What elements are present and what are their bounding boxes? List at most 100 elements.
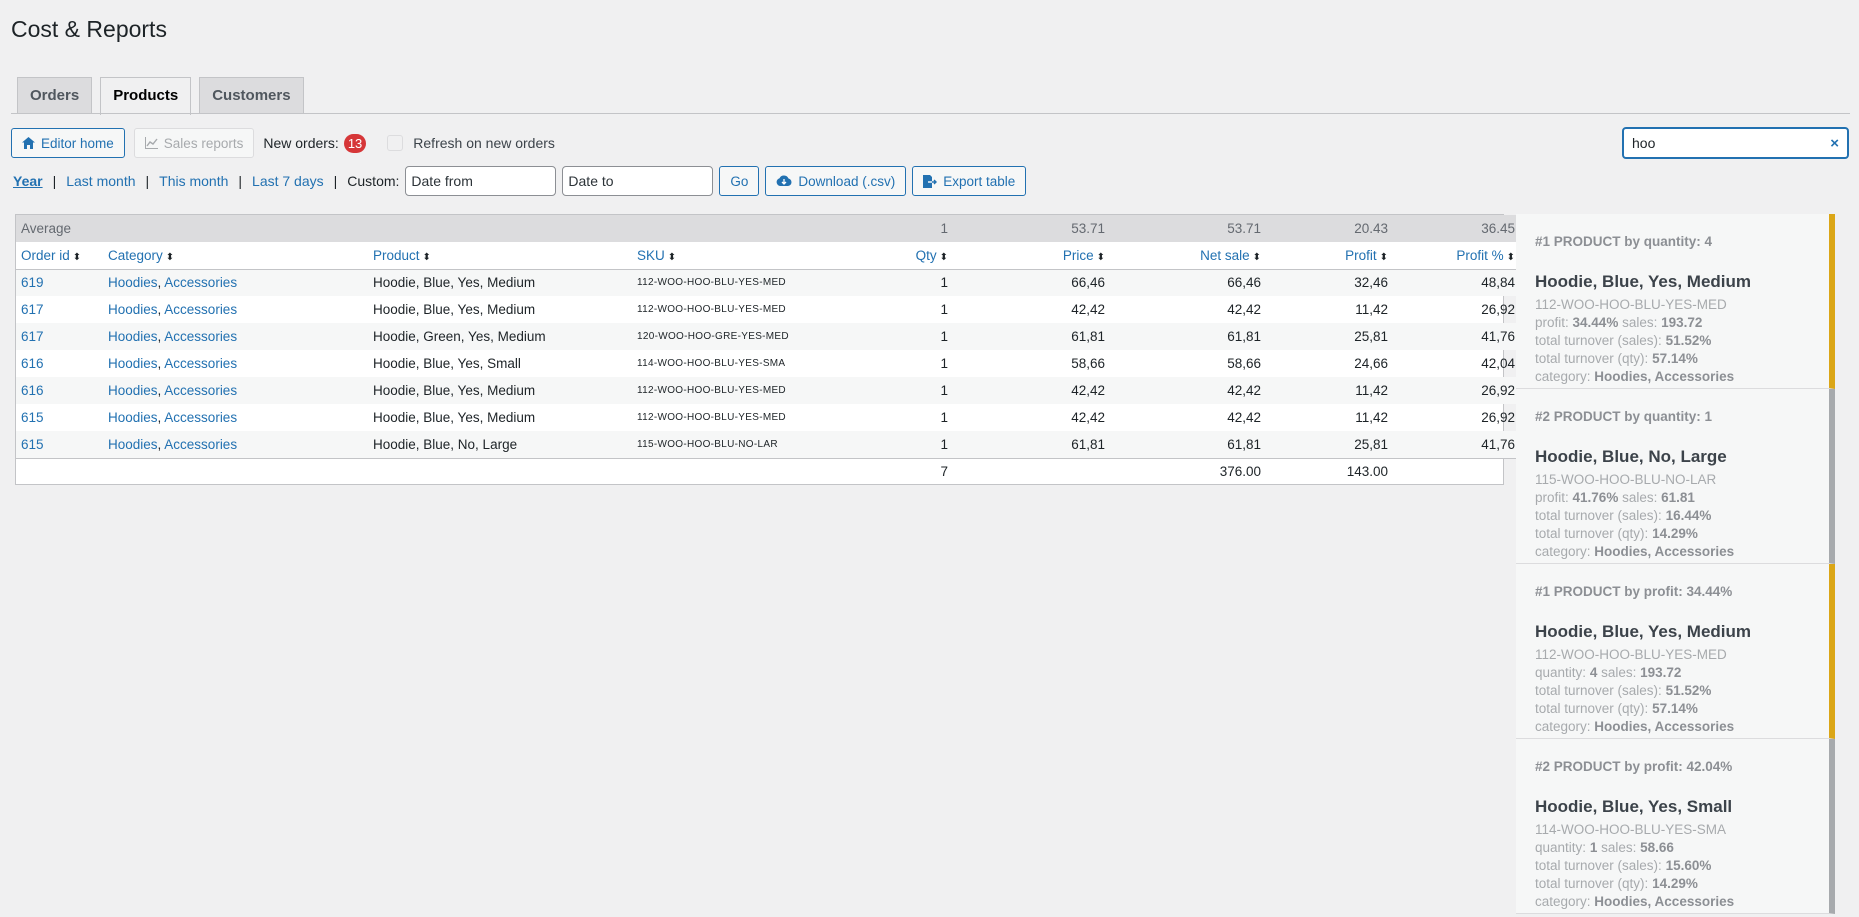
sort-icon: ⬍ — [667, 251, 677, 263]
sku: 120-WOO-HOO-GRE-YES-MED — [632, 323, 846, 350]
period-year[interactable]: Year — [13, 173, 43, 189]
price: 61,81 — [953, 431, 1110, 458]
clear-search-icon[interactable]: × — [1830, 135, 1839, 152]
col-qty-label: Qty — [915, 247, 937, 263]
col-order-id[interactable]: Order id ⬍ — [16, 242, 103, 270]
category-link[interactable]: Hoodies — [108, 437, 158, 452]
category-link[interactable]: Accessories — [164, 302, 237, 317]
price: 42,42 — [953, 377, 1110, 404]
col-category[interactable]: Category ⬍ — [103, 242, 368, 270]
profit-pct: 42,04 — [1481, 356, 1515, 371]
period-this-month[interactable]: This month — [159, 173, 228, 189]
card-turnover-sales: total turnover (sales): 51.52% — [1535, 683, 1712, 698]
card-product-name: Hoodie, Blue, Yes, Small — [1535, 797, 1733, 816]
product-name: Hoodie, Blue, Yes, Small — [373, 356, 521, 371]
order-id-link[interactable]: 615 — [21, 437, 44, 452]
category-link[interactable]: Accessories — [164, 410, 237, 425]
card-kicker: #2 PRODUCT by profit: 42.04% — [1535, 759, 1733, 774]
average-qty: 1 — [846, 215, 953, 242]
sku: 112-WOO-HOO-BLU-YES-MED — [637, 304, 786, 315]
qty: 1 — [846, 269, 953, 296]
download-csv-button[interactable]: Download (.csv) — [765, 166, 907, 196]
qty: 1 — [846, 323, 953, 350]
category-link[interactable]: Hoodies — [108, 302, 158, 317]
period-last-7-days[interactable]: Last 7 days — [252, 173, 324, 189]
net-sale: 42,42 — [1227, 410, 1261, 425]
card-sku: 112-WOO-HOO-BLU-YES-MED — [1535, 297, 1727, 312]
tab-customers[interactable]: Customers — [199, 77, 304, 114]
tab-products[interactable]: Products — [100, 77, 192, 115]
category-link[interactable]: Accessories — [164, 275, 237, 290]
category-link[interactable]: Accessories — [164, 356, 237, 371]
cloud-download-icon — [777, 175, 792, 186]
col-qty[interactable]: Qty ⬍ — [846, 242, 953, 270]
average-profit-pct: 36.45 — [1393, 215, 1520, 242]
profit-pct: 48,84 — [1393, 269, 1520, 296]
category-link[interactable]: Accessories — [164, 329, 237, 344]
editor-home-label: Editor home — [41, 135, 114, 151]
export-table-label: Export table — [943, 173, 1016, 189]
table-row: 616 Hoodies, Accessories Hoodie, Blue, Yes… — [16, 377, 1520, 404]
net-sale: 42,42 — [1110, 377, 1266, 404]
refresh-toggle[interactable]: Refresh on new orders — [387, 135, 555, 151]
category-link[interactable]: Accessories — [164, 437, 237, 452]
col-product[interactable]: Product ⬍ — [368, 242, 632, 270]
sku: 112-WOO-HOO-BLU-YES-MED — [632, 377, 846, 404]
col-sku[interactable]: SKU ⬍ — [632, 242, 846, 270]
date-to-field[interactable]: Date to — [562, 166, 714, 196]
col-price-label: Price — [1062, 247, 1094, 263]
qty: 1 — [940, 302, 948, 317]
card-kicker: #1 PRODUCT by profit: 34.44% — [1535, 584, 1733, 599]
col-sku-label: SKU — [637, 247, 665, 263]
order-id-link[interactable]: 616 — [21, 383, 44, 398]
sort-icon: ⬍ — [165, 251, 175, 263]
card-kicker: #1 PRODUCT by quantity: 4 — [1535, 234, 1713, 249]
profit-pct: 26,92 — [1481, 302, 1515, 317]
col-profit-label: Profit — [1345, 247, 1377, 263]
custom-label: Custom: — [347, 173, 400, 189]
refresh-checkbox[interactable] — [387, 135, 404, 151]
order-id-link[interactable]: 615 — [21, 410, 44, 425]
net-sale: 58,66 — [1227, 356, 1261, 371]
sort-icon: ⬍ — [72, 251, 82, 263]
report-tabs: Orders Products Customers — [17, 77, 304, 115]
search-input[interactable]: hoo × — [1622, 127, 1849, 159]
tab-orders[interactable]: Orders — [17, 77, 93, 114]
go-button[interactable]: Go — [719, 166, 760, 196]
category-link[interactable]: Hoodies — [108, 410, 158, 425]
new-orders-label: New orders: — [263, 135, 339, 151]
period-last-month[interactable]: Last month — [66, 173, 135, 189]
category-link[interactable]: Hoodies — [108, 275, 158, 290]
order-id-link[interactable]: 616 — [21, 356, 44, 371]
col-net-sale[interactable]: Net sale ⬍ — [1110, 242, 1266, 270]
col-profit-pct[interactable]: Profit % ⬍ — [1393, 242, 1520, 270]
category-link[interactable]: Hoodies — [108, 383, 158, 398]
net-sale: 61,81 — [1110, 431, 1266, 458]
net-sale: 42,42 — [1227, 302, 1261, 317]
profit: 25,81 — [1266, 323, 1393, 350]
order-id-link[interactable]: 617 — [21, 329, 44, 344]
sales-reports-button[interactable]: Sales reports — [133, 128, 255, 158]
profit: 11,42 — [1266, 377, 1393, 404]
card-turnover-sales: total turnover (sales): 51.52% — [1535, 333, 1712, 348]
col-order-id-label: Order id — [21, 247, 70, 263]
editor-home-button[interactable]: Editor home — [11, 128, 125, 158]
sort-icon: ⬍ — [939, 251, 948, 263]
category-link[interactable]: Hoodies — [108, 356, 158, 371]
qty: 1 — [940, 410, 948, 425]
order-id-link[interactable]: 619 — [21, 275, 44, 290]
profit-pct: 41,76 — [1393, 431, 1520, 458]
separator: | — [145, 173, 150, 189]
category-link[interactable]: Hoodies — [108, 329, 158, 344]
col-profit[interactable]: Profit ⬍ — [1266, 242, 1393, 270]
export-table-button[interactable]: Export table — [912, 166, 1027, 196]
product-name: Hoodie, Blue, Yes, Medium — [373, 302, 536, 317]
table-row: 617 Hoodies, Accessories Hoodie, Blue, Yes… — [16, 296, 1520, 323]
date-from-field[interactable]: Date from — [405, 166, 557, 196]
category-link[interactable]: Accessories — [164, 383, 237, 398]
card-product-name: Hoodie, Blue, Yes, Medium — [1535, 622, 1752, 641]
card-category: category: Hoodies, Accessories — [1535, 894, 1735, 909]
order-id-link[interactable]: 617 — [21, 302, 44, 317]
home-icon — [22, 137, 35, 149]
col-price[interactable]: Price ⬍ — [953, 242, 1110, 270]
